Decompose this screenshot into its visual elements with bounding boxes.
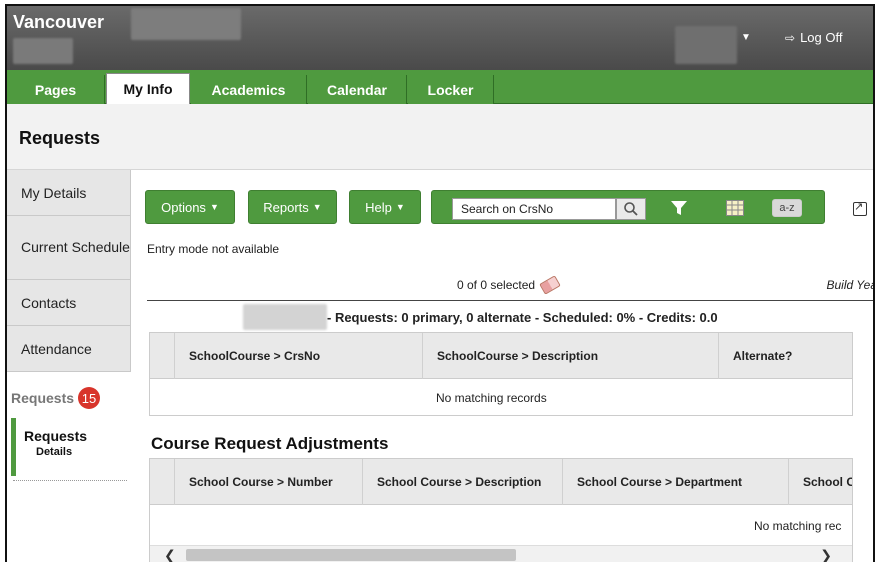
horizontal-scrollbar[interactable]: ❮ ❯ bbox=[150, 545, 852, 562]
column-header-alternate[interactable]: Alternate? bbox=[718, 333, 854, 379]
section-title: Course Request Adjustments bbox=[151, 434, 389, 453]
reports-button[interactable]: Reports ▼ bbox=[248, 190, 337, 224]
options-label: Options bbox=[161, 199, 206, 215]
column-header-description[interactable]: SchoolCourse > Description bbox=[422, 333, 718, 379]
table-header: SchoolCourse > CrsNo SchoolCourse > Desc… bbox=[150, 333, 852, 379]
divider bbox=[147, 300, 873, 301]
build-year-label: Build Year bbox=[826, 278, 874, 292]
column-header-department[interactable]: School Course > Department bbox=[562, 459, 788, 505]
count-badge: 15 bbox=[78, 387, 101, 409]
empty-table-message: No matching records bbox=[436, 391, 547, 405]
sidebar-item-contacts[interactable]: Contacts bbox=[7, 280, 131, 326]
logout-icon: ⇨ bbox=[785, 30, 796, 45]
app-window: Vancouver ▼ ⇨ Log Off Pages My Info Acad… bbox=[5, 4, 875, 562]
user-menu[interactable] bbox=[675, 26, 737, 64]
column-header-number[interactable]: School Course > Number bbox=[174, 459, 362, 505]
tab-locker[interactable]: Locker bbox=[408, 75, 494, 104]
tab-calendar[interactable]: Calendar bbox=[308, 75, 407, 104]
chevron-left-icon[interactable]: ❮ bbox=[164, 547, 176, 562]
tab-pages[interactable]: Pages bbox=[7, 75, 105, 104]
chevron-down-icon: ▼ bbox=[209, 202, 219, 212]
empty-table-message: No matching rec bbox=[754, 519, 842, 533]
redacted-area bbox=[13, 38, 73, 64]
tab-my-info[interactable]: My Info bbox=[106, 73, 190, 104]
chevron-down-icon: ▼ bbox=[312, 202, 322, 212]
column-header-description[interactable]: School Course > Description bbox=[362, 459, 562, 505]
search-input[interactable] bbox=[452, 198, 616, 220]
divider bbox=[13, 480, 127, 481]
sort-az-icon[interactable]: a-z bbox=[772, 199, 802, 217]
tab-academics[interactable]: Academics bbox=[191, 75, 307, 104]
brand-title: Vancouver bbox=[13, 12, 105, 32]
entry-mode-text: Entry mode not available bbox=[147, 242, 280, 256]
reports-label: Reports bbox=[263, 199, 309, 215]
chevron-down-icon: ▼ bbox=[395, 202, 405, 212]
sidebar-item-attendance[interactable]: Attendance bbox=[7, 326, 131, 372]
search-button[interactable] bbox=[616, 198, 646, 220]
column-header-school-course[interactable]: School C bbox=[788, 459, 852, 505]
eraser-icon[interactable] bbox=[539, 275, 561, 295]
log-off-button[interactable]: ⇨ Log Off bbox=[785, 30, 842, 45]
sidebar-section-label: Requests bbox=[11, 390, 75, 406]
adjustments-table: School Course > Number School Course > D… bbox=[149, 458, 853, 562]
search-toolbar: a-z bbox=[431, 190, 825, 224]
page-title: Requests bbox=[19, 128, 101, 148]
help-button[interactable]: Help ▼ bbox=[349, 190, 421, 224]
page-title-bar: Requests bbox=[7, 104, 873, 170]
popout-icon[interactable] bbox=[853, 200, 867, 216]
main-nav: Pages My Info Academics Calendar Locker bbox=[7, 70, 873, 104]
column-header-crsno[interactable]: SchoolCourse > CrsNo bbox=[174, 333, 422, 379]
sidebar-item-my-details[interactable]: My Details bbox=[7, 170, 131, 216]
top-header: Vancouver ▼ ⇨ Log Off bbox=[7, 6, 873, 70]
request-summary: - Requests: 0 primary, 0 alternate - Sch… bbox=[327, 310, 718, 325]
requests-table: SchoolCourse > CrsNo SchoolCourse > Desc… bbox=[149, 332, 853, 416]
sidebar-subitem-detail: Details bbox=[36, 446, 73, 458]
sidebar-subitem-title: Requests bbox=[24, 428, 88, 444]
sidebar: My Details Current Schedule Contacts Att… bbox=[7, 170, 131, 562]
table-header: School Course > Number School Course > D… bbox=[150, 459, 852, 505]
scrollbar-thumb[interactable] bbox=[186, 549, 516, 561]
selected-count: 0 of 0 selected bbox=[457, 275, 561, 295]
redacted-area bbox=[131, 8, 241, 40]
chevron-down-icon[interactable]: ▼ bbox=[741, 32, 751, 43]
redacted-area bbox=[243, 304, 327, 330]
column-grid-icon[interactable] bbox=[726, 200, 744, 216]
sidebar-item-current-schedule[interactable]: Current Schedule bbox=[7, 216, 131, 280]
filter-icon[interactable] bbox=[670, 199, 688, 217]
selected-count-text: 0 of 0 selected bbox=[457, 278, 536, 292]
main-content: Options ▼ Reports ▼ Help ▼ Search on Crs… bbox=[131, 170, 873, 562]
sidebar-item-requests[interactable]: Requests 15 bbox=[7, 382, 131, 414]
search-icon bbox=[624, 202, 638, 216]
help-label: Help bbox=[365, 199, 392, 215]
sidebar-subitem-requests-details[interactable]: Requests Details bbox=[11, 418, 131, 476]
chevron-right-icon[interactable]: ❯ bbox=[820, 547, 832, 562]
log-off-label: Log Off bbox=[800, 30, 843, 45]
options-button[interactable]: Options ▼ bbox=[145, 190, 235, 224]
